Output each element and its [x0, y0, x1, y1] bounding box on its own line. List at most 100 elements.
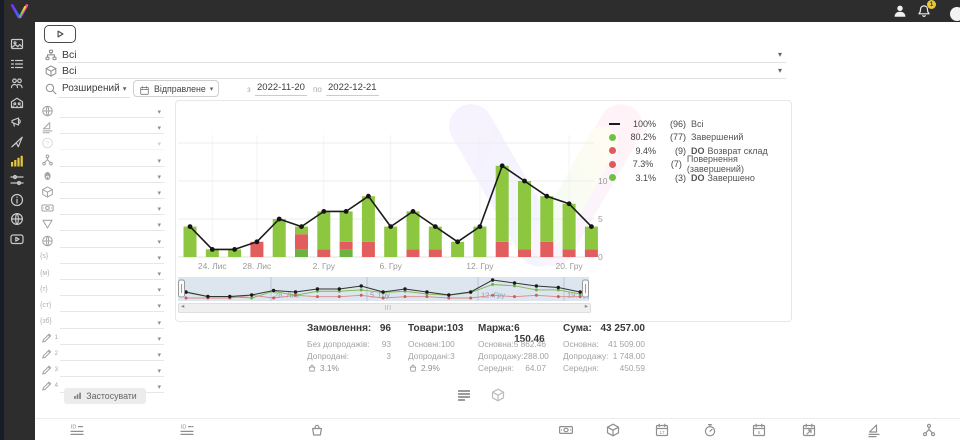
stat-sub-row: Основна:5 862.46 — [478, 338, 546, 350]
user-avatar-icon[interactable] — [892, 3, 908, 19]
filter-select-17[interactable]: 3▾ — [40, 363, 164, 379]
filter-select-14[interactable]: {зб}▾ — [40, 315, 164, 331]
calendar-export-icon[interactable] — [801, 422, 817, 438]
chart-scrollbar[interactable]: ◂ ▸ ||| — [178, 303, 591, 313]
brand-logo-icon[interactable] — [8, 3, 31, 25]
legend-count: (3) — [662, 173, 686, 183]
legend-item[interactable]: 80.2%(77)Завершений — [609, 131, 791, 145]
date-from-input[interactable]: 2022-11-20 — [255, 82, 307, 96]
filter-select-4[interactable]: ▾ — [40, 153, 164, 169]
orders-icon[interactable] — [9, 56, 25, 72]
stopwatch-icon[interactable] — [702, 422, 718, 438]
stat-value: 288.00 — [523, 351, 548, 361]
stat-value: 2.9% — [421, 363, 440, 373]
orders-chart[interactable]: 051024. Лис28. Лис2. Гру6. Гру12. Гру20.… — [178, 105, 608, 280]
legend-item[interactable]: 7.3%(7)Повернення (завершений) — [609, 158, 791, 172]
scroll-right-icon[interactable]: ▸ — [585, 303, 588, 311]
chevron-down-icon: ▾ — [778, 66, 782, 75]
package-icon[interactable] — [605, 422, 621, 438]
id-card-icon[interactable]: ID — [179, 422, 195, 438]
filter-select-8[interactable]: ▾ — [40, 217, 164, 233]
app-root: 1 Всі ▾ Всі ▾ Розширений▾ Відправлене — [0, 0, 960, 440]
scroll-left-icon[interactable]: ◂ — [181, 303, 184, 311]
warehouse-icon[interactable] — [9, 95, 25, 111]
svg-text:24. Лис: 24. Лис — [198, 261, 228, 271]
stat-value: 43 257.00 — [601, 323, 646, 338]
mini-chart-icon — [73, 391, 82, 402]
settings-icon[interactable] — [9, 172, 25, 188]
stat-main-row: Товари:103 — [408, 323, 454, 338]
clients-icon[interactable] — [9, 75, 25, 91]
stat-column-4: Сума:43 257.00Основна:41 509.00Допродажу… — [563, 323, 645, 374]
status-select-value: Всі — [62, 49, 77, 61]
chart-navigator[interactable]: 28. Лис5. Гру12. Гру19. Гру — [178, 277, 589, 306]
stat-main-row: Сума:43 257.00 — [563, 323, 645, 338]
filter-select-9[interactable]: ▾ — [40, 234, 164, 250]
stat-main-row: Замовлення:96 — [307, 323, 391, 338]
chevron-down-icon: ▾ — [157, 319, 161, 327]
date-type-select[interactable]: Відправлене ▾ — [133, 80, 219, 97]
chevron-down-icon: ▾ — [157, 221, 161, 229]
status-select[interactable]: Всі ▾ — [44, 48, 786, 63]
apply-button[interactable]: Застосувати — [64, 388, 146, 404]
search-mode-select[interactable]: Розширений▾ — [62, 83, 126, 94]
video-icon[interactable] — [9, 231, 25, 247]
stat-sub-row: Допродані:3 — [408, 350, 454, 362]
chart-panel: 051024. Лис28. Лис2. Гру6. Гру12. Гру20.… — [175, 100, 792, 322]
stat-sub-row: Основна:41 509.00 — [563, 338, 645, 350]
ruler-icon[interactable] — [866, 422, 882, 438]
legend-label-prefix: DO — [691, 173, 705, 183]
pencil-icon: 3 — [40, 363, 58, 377]
hierarchy-icon[interactable] — [921, 422, 937, 438]
chevron-down-icon: ▾ — [778, 50, 782, 59]
filter-select-2[interactable]: ▾ — [40, 120, 164, 136]
legend-dot-marker — [609, 147, 624, 154]
basket-icon[interactable] — [309, 422, 325, 438]
send-icon[interactable] — [9, 134, 25, 150]
globe-icon — [40, 104, 55, 118]
product-select[interactable]: Всі ▾ — [44, 64, 786, 79]
legend-item[interactable]: 100%(96)Всі — [609, 117, 791, 131]
product-icon — [44, 64, 58, 78]
search-icon[interactable] — [44, 82, 58, 96]
stats-icon[interactable] — [9, 153, 25, 169]
info-icon[interactable] — [9, 192, 25, 208]
filter-select-6[interactable]: ▾ — [40, 185, 164, 201]
filter-select-15[interactable]: 1▾ — [40, 331, 164, 347]
legend-label: Завершений — [691, 132, 743, 142]
legend-count: (96) — [662, 119, 686, 129]
list-view-icon[interactable] — [456, 387, 472, 403]
filter-select-1[interactable]: ▾ — [40, 104, 164, 120]
video-help-button[interactable] — [44, 25, 76, 43]
filter-select-5[interactable]: ▾ — [40, 169, 164, 185]
chevron-down-icon: ▾ — [157, 189, 161, 197]
edge-avatar[interactable] — [940, 3, 956, 19]
box-view-icon[interactable] — [490, 387, 506, 403]
dashboard-icon[interactable] — [9, 36, 25, 52]
scrollbar-grip[interactable]: ||| — [385, 305, 392, 311]
filter-select-10[interactable]: {s}▾ — [40, 250, 164, 266]
date-to-input[interactable]: 2022-12-21 — [326, 82, 379, 96]
filter-select-3[interactable]: ?▾ — [40, 136, 164, 152]
topbar: 1 — [0, 0, 960, 22]
bell-icon[interactable]: 1 — [916, 3, 932, 19]
chevron-down-icon: ▾ — [157, 140, 161, 148]
stat-value: 93 — [382, 339, 391, 349]
calendar-17-icon[interactable]: 17 — [654, 422, 670, 438]
filter-select-16[interactable]: 2▾ — [40, 347, 164, 363]
banknote-icon[interactable] — [558, 422, 574, 438]
filter-select-11[interactable]: {м}▾ — [40, 266, 164, 282]
stat-sub-row: Допродажу:1 748.00 — [563, 350, 645, 362]
filter-select-13[interactable]: {ст}▾ — [40, 298, 164, 314]
svg-text:0: 0 — [598, 252, 603, 262]
basket-icon — [408, 363, 418, 373]
filter-select-7[interactable]: ▾ — [40, 201, 164, 217]
stat-label: Допродажу: — [478, 351, 523, 361]
web-icon — [40, 234, 55, 248]
svg-text:?: ? — [46, 141, 50, 148]
filter-select-12[interactable]: {т}▾ — [40, 282, 164, 298]
globe-icon[interactable] — [9, 211, 25, 227]
id-list-icon[interactable]: ID — [69, 422, 85, 438]
promo-icon[interactable] — [9, 114, 25, 130]
calendar-6-icon[interactable]: 6 — [751, 422, 767, 438]
